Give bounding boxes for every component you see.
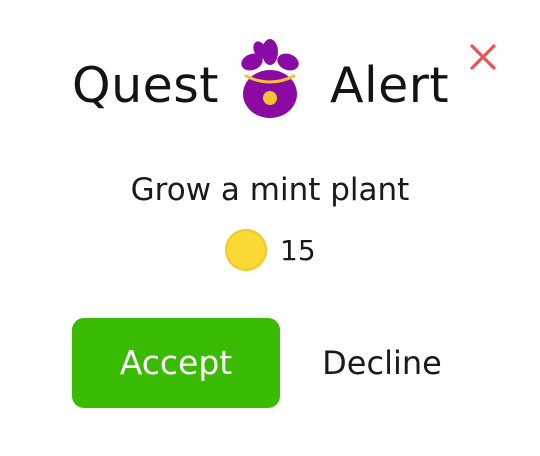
- quest-description: Grow a mint plant: [130, 172, 410, 208]
- dialog-title: Quest Alert: [0, 36, 540, 136]
- coin-icon: [225, 229, 267, 271]
- accept-button[interactable]: Accept: [72, 318, 280, 408]
- title-word-quest: Quest: [72, 57, 220, 114]
- reward-amount: 15: [280, 234, 316, 267]
- mascot-icon: [241, 39, 299, 118]
- quest-alert-dialog: Quest Alert Grow a mint plant 15 Accept …: [0, 0, 540, 456]
- title-word-alert: Alert: [330, 57, 450, 114]
- decline-button[interactable]: Decline: [306, 318, 458, 408]
